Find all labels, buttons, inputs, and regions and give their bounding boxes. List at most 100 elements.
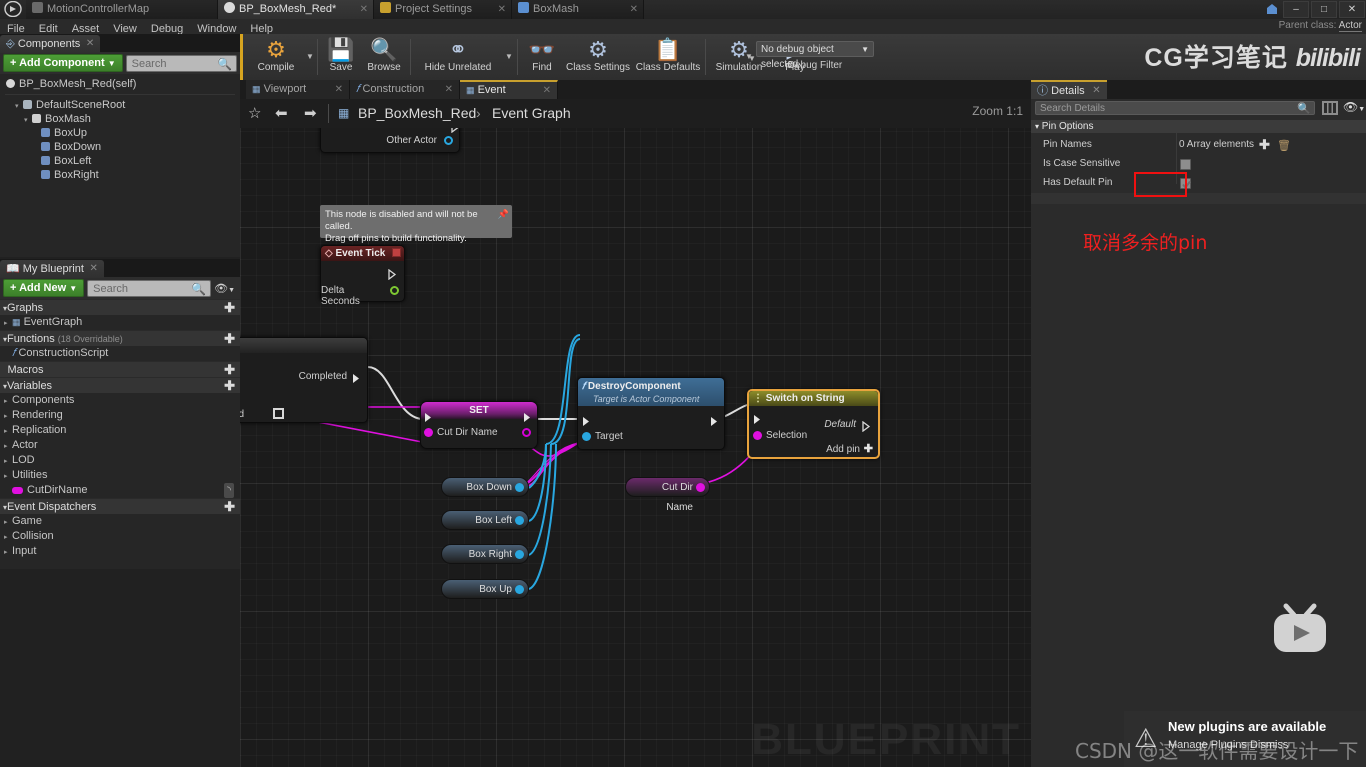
component-tree-item[interactable]: ▾ BoxMash xyxy=(0,112,240,126)
window-tab-3[interactable]: BoxMash ✕ xyxy=(512,0,644,19)
close-icon[interactable]: ✕ xyxy=(498,0,506,19)
breadcrumb-graph[interactable]: Event Graph xyxy=(492,99,571,128)
add-pin-label[interactable]: Add pin xyxy=(826,444,860,455)
forward-arrow-icon[interactable]: ➡ xyxy=(304,99,317,128)
tab-event-graph[interactable]: ▦ Event Graph ✕ xyxy=(460,80,558,113)
node-do-once[interactable]: Do Once Completed Reset Start Closed xyxy=(240,337,368,423)
blueprint-item-components[interactable]: ▸ Components xyxy=(0,393,240,408)
expander-arrow-icon[interactable]: ▸ xyxy=(4,454,12,469)
expander-arrow-icon[interactable]: ▸ xyxy=(4,530,12,545)
favorite-star-icon[interactable]: ☆ xyxy=(248,99,261,128)
section-header-variables[interactable]: ▾Variables ✚ xyxy=(0,377,240,393)
blueprint-item-replication[interactable]: ▸ Replication xyxy=(0,423,240,438)
components-search-input[interactable]: Search 🔍 xyxy=(125,54,237,72)
pin-options-section-header[interactable]: ▾ Pin Options xyxy=(1031,120,1366,133)
pin-exec-out[interactable] xyxy=(523,410,532,428)
component-root[interactable]: BP_BoxMesh_Red(self) xyxy=(0,77,240,91)
column-view-icon[interactable] xyxy=(1322,101,1338,115)
varnode-box-down[interactable]: Box Down xyxy=(441,477,529,497)
close-button[interactable]: ✕ xyxy=(1339,1,1365,18)
event-graph-canvas[interactable]: ◇ Event ActorBeginOverlap Other Actor Th… xyxy=(240,99,1031,767)
save-button[interactable]: 💾 Save xyxy=(321,36,361,73)
expander-arrow-icon[interactable]: ▾ xyxy=(15,100,23,114)
pin-out[interactable] xyxy=(515,550,524,559)
add-component-button[interactable]: + Add Component ▼ xyxy=(3,54,123,72)
component-tree-item[interactable]: BoxDown xyxy=(0,140,240,154)
blueprint-item-input[interactable]: ▸ Input xyxy=(0,544,240,559)
tab-my-blueprint[interactable]: 📖 My Blueprint ✕ xyxy=(0,260,104,278)
varnode-box-right[interactable]: Box Right xyxy=(441,544,529,564)
expander-arrow-icon[interactable]: ▸ xyxy=(4,409,12,424)
blueprint-item-cutdirname[interactable]: CutDirName ◝ xyxy=(0,483,240,498)
close-icon[interactable]: ✕ xyxy=(630,0,638,19)
blueprint-item-collision[interactable]: ▸ Collision xyxy=(0,529,240,544)
node-set-cut-dir-name[interactable]: SET Cut Dir Name xyxy=(420,401,538,449)
back-arrow-icon[interactable]: ⬅ xyxy=(275,99,288,128)
pin-exec-default[interactable] xyxy=(862,419,871,437)
close-icon[interactable]: ✕ xyxy=(445,80,453,99)
blueprint-item-utilities[interactable]: ▸ Utilities xyxy=(0,468,240,483)
add-array-element-icon[interactable]: ✚ xyxy=(1259,137,1270,153)
varnode-cut-dir-name[interactable]: Cut Dir Name xyxy=(625,477,710,513)
tab-components[interactable]: ⎆ Components ✕ xyxy=(0,35,101,53)
delete-array-icon[interactable]: 🗑 xyxy=(1277,139,1291,152)
find-button[interactable]: 👓 Find xyxy=(521,36,563,73)
pin-out[interactable] xyxy=(515,585,524,594)
pin-other-actor[interactable] xyxy=(444,136,453,145)
expander-arrow-icon[interactable]: ▸ xyxy=(4,424,12,439)
section-header-macros[interactable]: Macros ✚ xyxy=(0,361,240,377)
expander-arrow-icon[interactable]: ▸ xyxy=(4,469,12,484)
blueprint-item-actor[interactable]: ▸ Actor xyxy=(0,438,240,453)
myblueprint-search-input[interactable]: Search 🔍 xyxy=(87,279,212,297)
pin-target[interactable] xyxy=(582,432,591,441)
component-tree-item[interactable]: ▾ DefaultSceneRoot xyxy=(0,98,240,112)
close-icon[interactable]: ✕ xyxy=(360,0,368,19)
close-icon[interactable]: ✕ xyxy=(90,260,98,278)
pin-out[interactable] xyxy=(696,483,705,492)
pin-delta-seconds[interactable] xyxy=(390,286,399,295)
section-header-graphs[interactable]: ▾Graphs ✚ xyxy=(0,299,240,315)
pin-out[interactable] xyxy=(515,516,524,525)
pin-exec-out[interactable] xyxy=(710,414,719,432)
expander-arrow-icon[interactable]: ▸ xyxy=(4,545,12,560)
close-icon[interactable]: ✕ xyxy=(86,35,94,53)
close-icon[interactable]: ✕ xyxy=(335,80,343,99)
hide-unrelated-button[interactable]: ⚭ Hide Unrelated xyxy=(413,36,503,73)
blueprint-item-rendering[interactable]: ▸ Rendering xyxy=(0,408,240,423)
pin-out[interactable] xyxy=(515,483,524,492)
blueprint-item-game[interactable]: ▸ Game xyxy=(0,514,240,529)
add-pin-icon[interactable]: ✚ xyxy=(864,442,873,455)
visibility-eye-icon[interactable]: 👁▼ xyxy=(214,282,237,295)
close-icon[interactable]: ✕ xyxy=(1092,81,1100,100)
compile-dropdown-caret-icon[interactable]: ▼ xyxy=(306,52,314,61)
compile-button[interactable]: ⚙ Compile xyxy=(248,36,304,73)
minimize-button[interactable]: – xyxy=(1283,1,1309,18)
component-tree-item[interactable]: BoxLeft xyxy=(0,154,240,168)
pin-selection[interactable] xyxy=(753,431,762,440)
component-tree-item[interactable]: BoxUp xyxy=(0,126,240,140)
pin-exec-in[interactable] xyxy=(582,414,591,432)
maximize-button[interactable]: □ xyxy=(1311,1,1337,18)
node-destroy-component[interactable]: 𝑓 DestroyComponent Target is Actor Compo… xyxy=(577,377,725,450)
pin-exec-out[interactable] xyxy=(388,267,397,285)
tab-details[interactable]: ⓘ Details ✕ xyxy=(1031,80,1107,99)
pin-cut-dir-name-in[interactable] xyxy=(424,428,433,437)
hide-unrelated-dropdown-caret-icon[interactable]: ▼ xyxy=(505,52,513,61)
add-button[interactable]: ✚ xyxy=(224,500,235,514)
class-defaults-button[interactable]: 📋 Class Defaults xyxy=(633,36,703,73)
pin-exec-completed[interactable] xyxy=(352,371,361,389)
blueprint-item-constructionscript[interactable]: 𝑓 ConstructionScript xyxy=(0,346,240,361)
window-tab-2[interactable]: Project Settings ✕ xyxy=(374,0,512,19)
expander-arrow-icon[interactable]: ▸ xyxy=(4,394,12,409)
section-header-event-dispatchers[interactable]: ▾Event Dispatchers ✚ xyxy=(0,498,240,514)
visibility-toggle-icon[interactable]: ◝ xyxy=(224,483,234,498)
blueprint-item-eventgraph[interactable]: ▸ ▦ EventGraph xyxy=(0,315,240,330)
pin-exec-in[interactable] xyxy=(753,412,762,430)
class-settings-button[interactable]: ⚙ Class Settings xyxy=(563,36,633,73)
varnode-box-left[interactable]: Box Left xyxy=(441,510,529,530)
blueprint-item-lod[interactable]: ▸ LOD xyxy=(0,453,240,468)
checkbox-is-case-sensitive[interactable] xyxy=(1180,159,1191,170)
parent-class-value[interactable]: Actor xyxy=(1338,20,1362,32)
add-new-button[interactable]: + Add New ▼ xyxy=(3,279,85,297)
expander-arrow-icon[interactable]: ▾ xyxy=(24,114,32,128)
